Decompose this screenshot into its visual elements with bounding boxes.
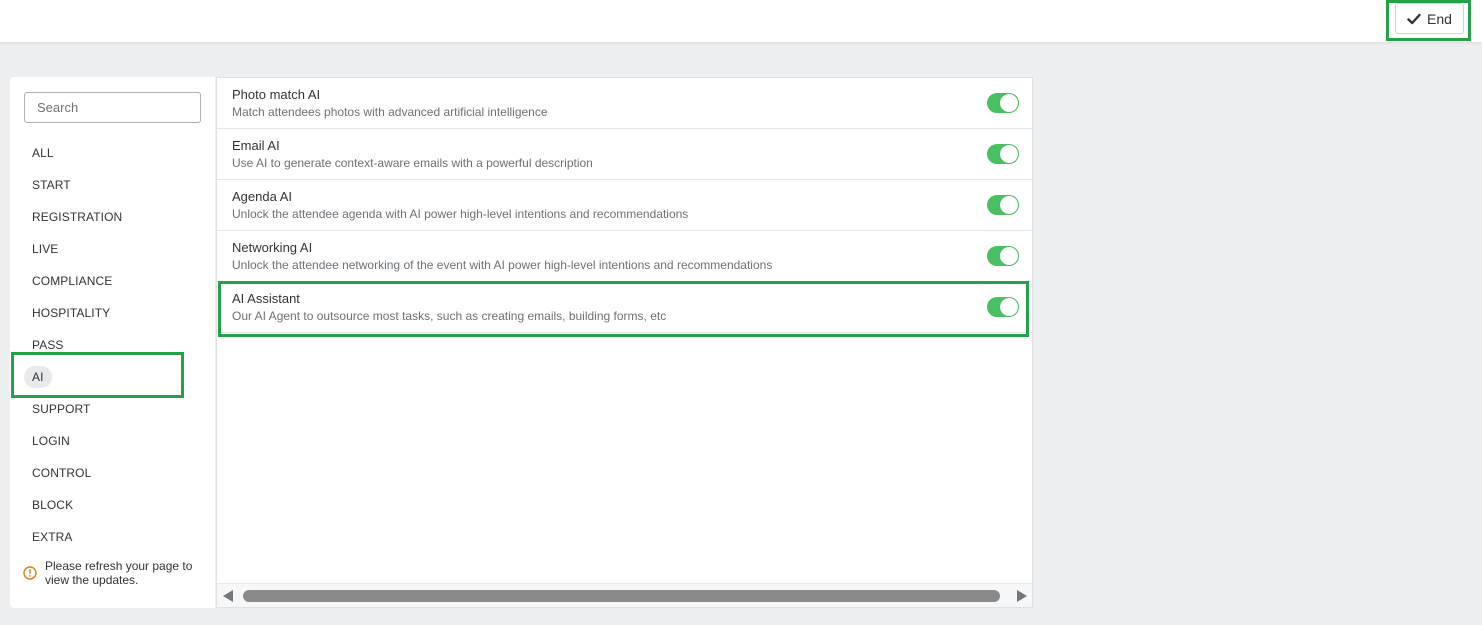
- sidebar-item-support[interactable]: SUPPORT: [24, 398, 99, 420]
- sidebar-item-extra[interactable]: EXTRA: [24, 526, 81, 548]
- feature-description: Use AI to generate context-aware emails …: [232, 156, 593, 170]
- feature-title: Photo match AI: [232, 87, 321, 102]
- feature-row-photo-match-ai: Photo match AI Match attendees photos wi…: [217, 78, 1032, 129]
- refresh-note-text: Please refresh your page to view the upd…: [45, 559, 193, 587]
- info-warning-icon: [23, 566, 37, 580]
- feature-title: Networking AI: [232, 240, 313, 255]
- feature-toggle[interactable]: [987, 144, 1019, 164]
- feature-title: Email AI: [232, 138, 280, 153]
- feature-description: Unlock the attendee agenda with AI power…: [232, 207, 689, 221]
- sidebar-item-login[interactable]: LOGIN: [24, 430, 78, 452]
- sidebar-item-hospitality[interactable]: HOSPITALITY: [24, 302, 118, 324]
- refresh-note: Please refresh your page to view the upd…: [23, 559, 203, 587]
- toggle-knob: [1000, 196, 1018, 214]
- feature-row-networking-ai: Networking AI Unlock the attendee networ…: [217, 231, 1032, 282]
- end-button[interactable]: End: [1395, 3, 1464, 34]
- feature-list-panel: Photo match AI Match attendees photos wi…: [216, 77, 1033, 608]
- sidebar-item-registration[interactable]: REGISTRATION: [24, 206, 130, 228]
- sidebar-item-compliance[interactable]: COMPLIANCE: [24, 270, 120, 292]
- sidebar-item-block[interactable]: BLOCK: [24, 494, 81, 516]
- scroll-right-arrow-icon[interactable]: [1017, 590, 1027, 602]
- ai-item-highlight: [11, 352, 184, 398]
- scroll-left-arrow-icon[interactable]: [223, 590, 233, 602]
- scrollbar-thumb[interactable]: [243, 590, 1000, 602]
- end-button-label: End: [1427, 10, 1452, 27]
- feature-description: Unlock the attendee networking of the ev…: [232, 258, 773, 272]
- search-input[interactable]: [24, 92, 201, 123]
- toggle-knob: [1000, 94, 1018, 112]
- ai-assistant-highlight: [218, 281, 1029, 337]
- horizontal-scrollbar[interactable]: [217, 583, 1032, 607]
- feature-title: Agenda AI: [232, 189, 292, 204]
- feature-row-email-ai: Email AI Use AI to generate context-awar…: [217, 129, 1032, 180]
- top-bar: End: [0, 0, 1482, 42]
- toggle-knob: [1000, 145, 1018, 163]
- sidebar-item-live[interactable]: LIVE: [24, 238, 66, 260]
- feature-description: Match attendees photos with advanced art…: [232, 105, 548, 119]
- sidebar-item-all[interactable]: ALL: [24, 142, 62, 164]
- sidebar-item-start[interactable]: START: [24, 174, 79, 196]
- feature-toggle[interactable]: [987, 195, 1019, 215]
- toggle-knob: [1000, 247, 1018, 265]
- feature-row-agenda-ai: Agenda AI Unlock the attendee agenda wit…: [217, 180, 1032, 231]
- sidebar-item-control[interactable]: CONTROL: [24, 462, 99, 484]
- feature-toggle[interactable]: [987, 246, 1019, 266]
- feature-toggle[interactable]: [987, 93, 1019, 113]
- checkmark-icon: [1407, 13, 1421, 24]
- category-sidebar: ALL START REGISTRATION LIVE COMPLIANCE H…: [10, 77, 215, 608]
